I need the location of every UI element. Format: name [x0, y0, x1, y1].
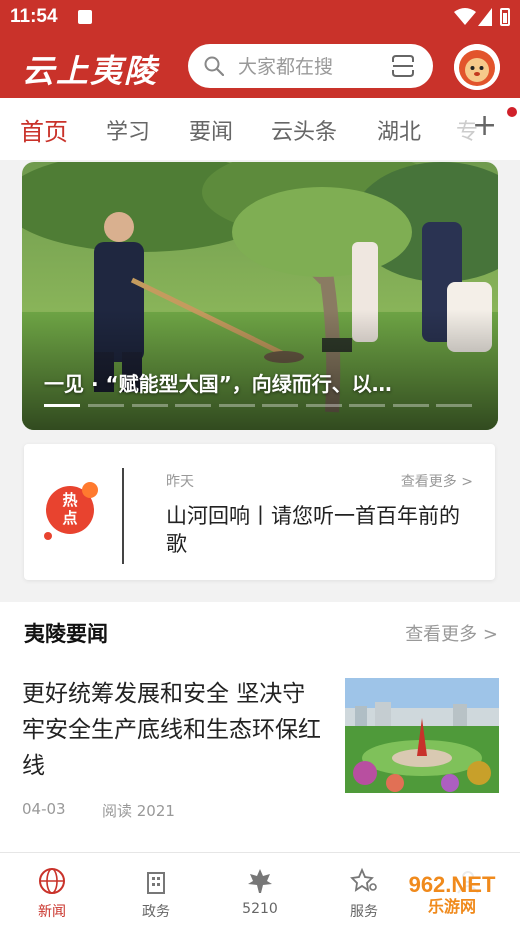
hot-divider	[122, 468, 124, 564]
signal-icon	[478, 8, 492, 26]
status-bar: 11:54	[0, 0, 520, 36]
hot-more-link[interactable]: 查看更多 >	[401, 471, 473, 491]
carousel-dot-3[interactable]	[132, 404, 168, 407]
globe-icon	[39, 868, 65, 894]
carousel-dot-6[interactable]	[262, 404, 298, 407]
tab-hubei[interactable]: 湖北	[377, 114, 421, 146]
nav-news-label: 新闻	[38, 904, 66, 920]
site-watermark: 962.NET 乐游网	[388, 868, 516, 916]
battery-icon	[500, 8, 510, 26]
app-header: 云上夷陵	[0, 36, 520, 98]
carousel-dot-8[interactable]	[349, 404, 385, 407]
hot-news-card[interactable]: 热点 昨天 查看更多 > 山河回响丨请您听一首百年前的歌	[24, 444, 495, 580]
tab-headlines[interactable]: 要闻	[189, 114, 233, 146]
hot-headline[interactable]: 山河回响丨请您听一首百年前的歌	[166, 502, 476, 558]
maple-leaf-icon	[248, 869, 272, 893]
nav-news[interactable]: 新闻	[0, 853, 104, 925]
carousel-dot-2[interactable]	[88, 404, 124, 407]
tab-study[interactable]: 学习	[106, 114, 150, 146]
hot-badge-label: 热点	[62, 491, 77, 527]
channel-tabs: 首页 学习 要闻 云头条 湖北 专 +	[0, 98, 520, 160]
nav-5210[interactable]: 5210	[208, 853, 312, 925]
hot-date: 昨天	[166, 474, 194, 490]
carousel-dot-4[interactable]	[175, 404, 211, 407]
carousel-dot-7[interactable]	[306, 404, 342, 407]
carousel-dot-5[interactable]	[219, 404, 255, 407]
wifi-icon	[454, 8, 476, 25]
hot-badge-icon: 热点	[44, 482, 98, 540]
tab-cloud-top[interactable]: 云头条	[271, 114, 337, 146]
nav-government[interactable]: 政务	[104, 853, 208, 925]
building-icon	[147, 872, 165, 894]
section-title: 夷陵要闻	[24, 621, 108, 646]
article-thumbnail[interactable]	[345, 678, 499, 793]
user-avatar[interactable]	[454, 44, 500, 90]
star-service-icon	[350, 867, 377, 892]
notification-app-icon	[78, 10, 92, 24]
article-title[interactable]: 更好统筹发展和安全 坚决守牢安全生产底线和生态环保红线	[22, 676, 322, 784]
carousel-dot-1[interactable]	[44, 404, 80, 407]
article-photo	[345, 678, 499, 793]
add-channel-icon[interactable]: +	[472, 108, 497, 143]
search-bar[interactable]	[188, 44, 433, 88]
notification-dot	[507, 107, 517, 117]
nav-5210-label: 5210	[242, 901, 278, 917]
search-icon	[204, 56, 224, 76]
article-date: 04-03	[22, 800, 66, 818]
nav-government-label: 政务	[142, 904, 170, 920]
search-input[interactable]	[236, 52, 380, 82]
app-logo: 云上夷陵	[22, 52, 159, 90]
status-time: 11:54	[10, 6, 58, 27]
article-read-count: 阅读 2021	[102, 802, 175, 820]
carousel-banner[interactable]: 一见 · “赋能型大国”，向绿而行、以…	[22, 162, 498, 430]
local-news-section: 夷陵要闻 查看更多 > 更好统筹发展和安全 坚决守牢安全生产底线和生态环保红线 …	[0, 602, 520, 852]
carousel-dot-10[interactable]	[436, 404, 472, 407]
news-more-link[interactable]: 查看更多 >	[405, 620, 498, 646]
scan-icon[interactable]	[391, 54, 415, 78]
lion-mascot-icon	[454, 44, 500, 90]
tab-home[interactable]: 首页	[20, 112, 68, 147]
banner-title[interactable]: 一见 · “赋能型大国”，向绿而行、以…	[44, 368, 392, 397]
carousel-dot-9[interactable]	[393, 404, 429, 407]
